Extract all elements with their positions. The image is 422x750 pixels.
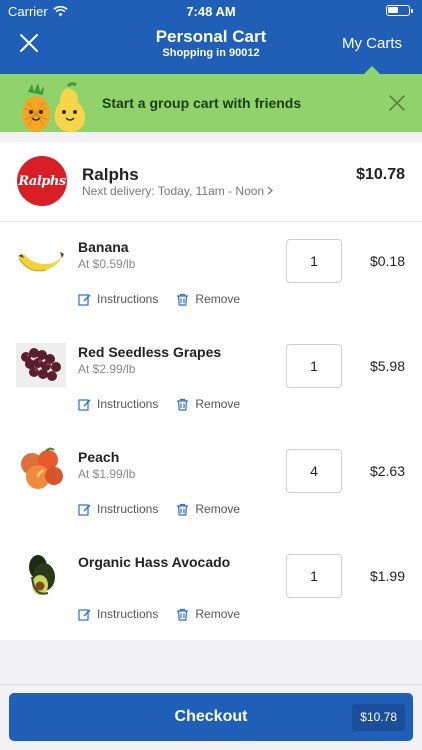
item-actions: Instructions Remove <box>78 292 240 306</box>
cart-item: Organic Hass Avocado Instructions Remove… <box>0 537 422 642</box>
instructions-label: Instructions <box>97 397 159 411</box>
fruit-mascots-image <box>22 82 86 132</box>
remove-button[interactable]: Remove <box>176 502 240 516</box>
item-price: $0.18 <box>369 253 405 269</box>
cart-item: Banana At $0.59/lb Instructions Remove 1… <box>0 222 422 327</box>
delivery-time-link[interactable]: Next delivery: Today, 11am - Noon <box>82 184 274 198</box>
checkout-button[interactable]: Checkout $10.78 <box>9 693 413 741</box>
checkout-amount-badge: $10.78 <box>352 704 405 731</box>
remove-button[interactable]: Remove <box>176 607 240 621</box>
quantity-selector[interactable]: 1 <box>286 344 342 388</box>
item-name: Organic Hass Avocado <box>78 554 231 570</box>
remove-label: Remove <box>195 292 241 306</box>
trash-icon <box>177 608 189 621</box>
ralphs-logo: Ralphs <box>17 156 67 206</box>
footer-divider <box>0 684 422 685</box>
remove-label: Remove <box>195 607 241 621</box>
cart-item: Red Seedless Grapes At $2.99/lb Instruct… <box>0 327 422 432</box>
item-name: Banana <box>78 239 129 255</box>
banana-image <box>18 252 64 272</box>
item-actions: Instructions Remove <box>78 607 240 621</box>
peach-image <box>21 447 63 489</box>
grapes-image <box>16 343 66 387</box>
edit-icon <box>78 398 91 411</box>
item-price: $5.98 <box>369 358 405 374</box>
item-unit-price: At $0.59/lb <box>78 257 136 271</box>
close-icon <box>389 95 405 111</box>
store-total: $10.78 <box>356 166 405 183</box>
quantity-selector[interactable]: 1 <box>286 239 342 283</box>
my-carts-button[interactable]: My Carts <box>342 35 402 52</box>
delivery-time-text: Next delivery: Today, 11am - Noon <box>82 184 265 198</box>
item-unit-price: At $1.99/lb <box>78 467 136 481</box>
item-price: $2.63 <box>369 463 405 479</box>
remove-button[interactable]: Remove <box>176 397 240 411</box>
item-name: Peach <box>78 449 120 465</box>
item-actions: Instructions Remove <box>78 502 240 516</box>
cart-card: Ralphs Ralphs Next delivery: Today, 11am… <box>0 142 422 640</box>
instructions-label: Instructions <box>97 607 159 621</box>
cart-item: Peach At $1.99/lb Instructions Remove 4 … <box>0 432 422 537</box>
item-actions: Instructions Remove <box>78 397 240 411</box>
chevron-right-icon <box>268 186 274 195</box>
status-bar: Carrier 7:48 AM <box>0 0 422 22</box>
instructions-label: Instructions <box>97 502 159 516</box>
instructions-button[interactable]: Instructions <box>78 397 158 411</box>
avocado-image <box>29 555 55 595</box>
remove-label: Remove <box>195 502 241 516</box>
battery-icon <box>386 5 413 16</box>
dismiss-banner-button[interactable] <box>388 94 406 112</box>
quantity-selector[interactable]: 1 <box>286 554 342 598</box>
header-bar: Carrier 7:48 AM Personal Cart Shopping i… <box>0 0 422 74</box>
item-name: Red Seedless Grapes <box>78 344 222 360</box>
edit-icon <box>78 608 91 621</box>
banner-text: Start a group cart with friends <box>102 95 302 111</box>
tab-pointer <box>364 66 380 74</box>
store-header: Ralphs Ralphs Next delivery: Today, 11am… <box>0 142 422 222</box>
trash-icon <box>177 503 189 516</box>
instructions-label: Instructions <box>97 292 159 306</box>
item-unit-price: At $2.99/lb <box>78 362 136 376</box>
edit-icon <box>78 293 91 306</box>
quantity-selector[interactable]: 4 <box>286 449 342 493</box>
trash-icon <box>177 293 189 306</box>
edit-icon <box>78 503 91 516</box>
instructions-button[interactable]: Instructions <box>78 502 158 516</box>
group-cart-banner[interactable]: Start a group cart with friends <box>0 74 422 132</box>
remove-button[interactable]: Remove <box>176 292 240 306</box>
remove-label: Remove <box>195 397 241 411</box>
instructions-button[interactable]: Instructions <box>78 292 158 306</box>
instructions-button[interactable]: Instructions <box>78 607 158 621</box>
item-price: $1.99 <box>369 568 405 584</box>
store-name: Ralphs <box>82 165 139 184</box>
status-time: 7:48 AM <box>186 4 236 19</box>
trash-icon <box>177 398 189 411</box>
